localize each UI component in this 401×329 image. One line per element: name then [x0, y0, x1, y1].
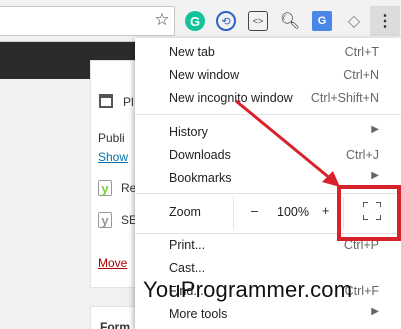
menu-item-history[interactable]: History [169, 125, 208, 139]
submenu-arrow-icon: ▶ [371, 306, 379, 317]
menu-divider [135, 114, 401, 115]
page-label: Form [100, 320, 130, 329]
translate-icon[interactable]: G [312, 11, 332, 31]
menu-item-bookmarks[interactable]: Bookmarks [169, 171, 232, 185]
code-icon[interactable]: <> [248, 11, 268, 31]
grammarly-icon[interactable]: G [185, 11, 205, 31]
tag-icon[interactable]: ◇ [344, 11, 364, 31]
search-icon[interactable]: 🔍︎ [280, 11, 300, 31]
menu-item-downloads[interactable]: Downloads [169, 148, 231, 162]
watermark-text: YouProgrammer.com [143, 277, 353, 302]
menu-item-new-incognito[interactable]: New incognito window [169, 91, 293, 105]
zoom-divider [233, 197, 234, 229]
show-link[interactable]: Show [98, 150, 128, 164]
menu-item-new-window[interactable]: New window [169, 68, 239, 82]
star-icon[interactable]: ☆ [152, 10, 172, 30]
browser-toolbar: ☆ G ⟲ <> 🔍︎ G ◇ ⋮ [0, 0, 401, 42]
menu-item-new-tab[interactable]: New tab [169, 45, 215, 59]
yoast-icon: y [98, 212, 112, 228]
shortcut-label: Ctrl+J [346, 148, 379, 162]
calendar-icon [99, 94, 113, 108]
shortcut-label: Ctrl+N [343, 68, 379, 82]
menu-item-more-tools[interactable]: More tools [169, 307, 227, 321]
zoom-in-button[interactable]: + [322, 204, 329, 218]
sync-icon[interactable]: ⟲ [216, 11, 236, 31]
zoom-label: Zoom [169, 205, 201, 219]
kebab-icon[interactable]: ⋮ [375, 11, 395, 31]
menu-item-cast[interactable]: Cast... [169, 261, 205, 275]
submenu-arrow-icon: ▶ [371, 124, 379, 135]
shortcut-label: Ctrl+Shift+N [310, 91, 379, 105]
zoom-out-button[interactable]: – [251, 204, 258, 218]
page-label: Pl [123, 95, 134, 109]
move-to-trash-link[interactable]: Move [98, 256, 127, 270]
page-label: Publi [98, 131, 125, 145]
submenu-arrow-icon: ▶ [371, 170, 379, 181]
yoast-icon: y [98, 180, 112, 196]
shortcut-label: Ctrl+T [344, 45, 379, 59]
zoom-value: 100% [277, 205, 309, 219]
address-bar[interactable] [0, 6, 175, 36]
fullscreen-highlight-box [337, 185, 401, 241]
menu-item-print[interactable]: Print... [169, 238, 205, 252]
